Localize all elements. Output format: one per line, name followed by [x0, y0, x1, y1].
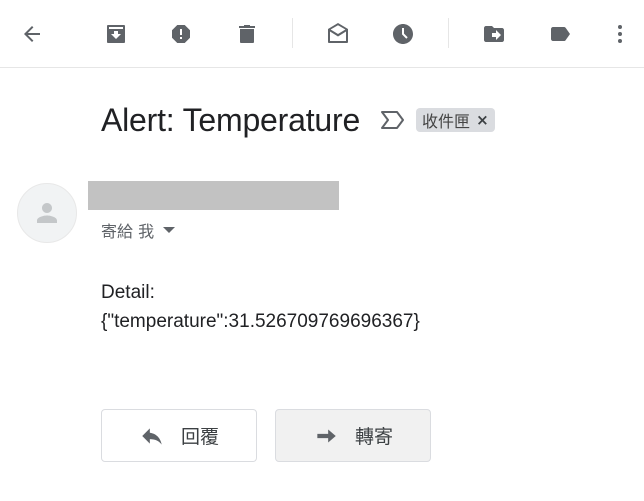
email-subject: Alert: Temperature — [101, 101, 361, 138]
reply-label: 回覆 — [180, 426, 219, 448]
body-line: {"temperature":31.526709769696367} — [101, 311, 420, 332]
toolbar — [0, 0, 644, 68]
remove-label-icon[interactable]: × — [476, 111, 489, 129]
arrow-back-icon — [24, 26, 40, 42]
sender-name-redacted — [88, 181, 339, 210]
toolbar-divider — [292, 18, 293, 48]
dropdown-arrow-icon — [163, 227, 176, 233]
report-spam-icon — [172, 25, 190, 43]
forward-label: 轉寄 — [354, 426, 393, 448]
sender-avatar[interactable] — [17, 183, 77, 243]
forward-button[interactable]: 轉寄 — [275, 409, 431, 462]
recipient-details-toggle[interactable]: 寄給 我 — [101, 218, 176, 242]
archive-icon — [107, 25, 125, 43]
more-vert-icon — [618, 25, 622, 43]
email-body: Detail: {"temperature":31.52670976969636… — [101, 278, 420, 336]
importance-marker-icon[interactable] — [380, 110, 406, 130]
label-icon — [551, 27, 570, 41]
body-line: Detail: — [101, 282, 155, 303]
forward-icon — [317, 429, 336, 442]
delete-button[interactable] — [227, 14, 267, 54]
back-button[interactable] — [12, 14, 52, 54]
archive-button[interactable] — [96, 14, 136, 54]
mark-unread-icon — [328, 23, 348, 43]
report-spam-button[interactable] — [161, 14, 201, 54]
more-options-button[interactable] — [600, 14, 640, 54]
move-to-button[interactable] — [474, 14, 514, 54]
move-to-icon — [484, 26, 504, 42]
mark-unread-button[interactable] — [318, 14, 358, 54]
snooze-button[interactable] — [383, 14, 423, 54]
subject-row: Alert: Temperature 收件匣 × — [101, 98, 495, 142]
label-chip-text: 收件匣 — [422, 112, 471, 131]
recipient-text: 寄給 我 — [101, 222, 155, 241]
reply-button[interactable]: 回覆 — [101, 409, 257, 462]
reply-icon — [142, 427, 162, 445]
person-icon — [37, 203, 57, 223]
snooze-icon — [393, 24, 413, 44]
delete-icon — [239, 25, 255, 43]
toolbar-divider — [448, 18, 449, 48]
label-chip-inbox: 收件匣 × — [416, 108, 495, 132]
label-button[interactable] — [540, 14, 580, 54]
